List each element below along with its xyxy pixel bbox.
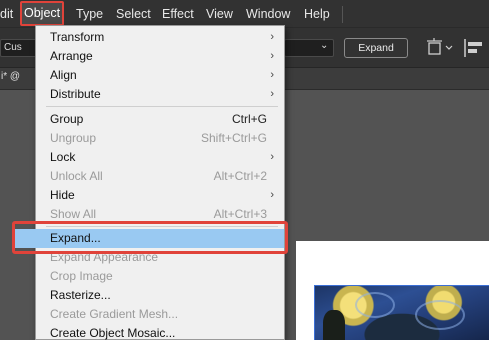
- expand-button[interactable]: Expand: [344, 38, 408, 58]
- menu-item-label: Lock: [50, 150, 76, 164]
- menu-item-shortcut: Alt+Ctrl+2: [213, 169, 267, 183]
- menu-item-label: Align: [50, 68, 77, 82]
- transform-icon[interactable]: [426, 37, 456, 62]
- menu-item-crop-image[interactable]: Crop Image: [36, 267, 284, 286]
- document-tab[interactable]: i* @: [1, 71, 20, 82]
- starry-night-image[interactable]: [314, 285, 489, 340]
- align-left-icon[interactable]: [462, 37, 486, 62]
- menu-item-label: Rasterize...: [50, 288, 111, 302]
- menu-help[interactable]: Help: [304, 0, 330, 28]
- submenu-arrow-icon: ›: [270, 50, 274, 62]
- menu-item-unlock-all[interactable]: Unlock All Alt+Ctrl+2: [36, 167, 284, 186]
- menubar-divider: [342, 6, 343, 23]
- menu-item-label: Ungroup: [50, 131, 97, 145]
- menu-item-label: Transform: [50, 30, 105, 44]
- submenu-arrow-icon: ›: [270, 31, 274, 43]
- menu-edit[interactable]: dit: [0, 0, 13, 28]
- menu-item-rasterize[interactable]: Rasterize...: [36, 286, 284, 305]
- menu-item-label: Distribute: [50, 87, 101, 101]
- menu-item-label: Create Object Mosaic...: [50, 326, 176, 340]
- menu-item-create-object-mosaic[interactable]: Create Object Mosaic...: [36, 324, 284, 340]
- menu-item-label: Unlock All: [50, 169, 103, 183]
- object-menu: Transform › Arrange › Align › Distribute…: [14, 25, 285, 340]
- menu-bar: dit Object Type Select Effect View Windo…: [0, 0, 489, 28]
- submenu-arrow-icon: ›: [270, 88, 274, 100]
- swirl-shape: [355, 292, 395, 318]
- menu-separator: [46, 106, 278, 107]
- menu-item-arrange[interactable]: Arrange ›: [36, 47, 284, 66]
- menu-select[interactable]: Select: [116, 0, 151, 28]
- menu-item-create-gradient-mesh[interactable]: Create Gradient Mesh...: [36, 305, 284, 324]
- submenu-arrow-icon: ›: [270, 189, 274, 201]
- menu-effect[interactable]: Effect: [162, 0, 194, 28]
- chevron-down-icon: ⌄: [320, 40, 329, 51]
- menu-item-distribute[interactable]: Distribute ›: [36, 85, 284, 104]
- submenu-arrow-icon: ›: [270, 69, 274, 81]
- menu-item-label: Arrange: [50, 49, 93, 63]
- menu-window[interactable]: Window: [246, 0, 290, 28]
- menu-item-shortcut: Shift+Ctrl+G: [200, 131, 267, 145]
- swirl-shape: [415, 300, 465, 330]
- cypress-shape: [323, 310, 345, 340]
- menu-item-label: Crop Image: [50, 269, 113, 283]
- menu-item-label: Create Gradient Mesh...: [50, 307, 179, 321]
- menu-item-lock[interactable]: Lock ›: [36, 148, 284, 167]
- menu-item-align[interactable]: Align ›: [36, 66, 284, 85]
- submenu-arrow-icon: ›: [270, 151, 274, 163]
- menu-item-transform[interactable]: Transform ›: [36, 28, 284, 47]
- menu-item-label: Group: [50, 112, 84, 126]
- menu-view[interactable]: View: [206, 0, 233, 28]
- menu-object[interactable]: Object: [20, 1, 65, 26]
- menu-item-shortcut: Ctrl+G: [231, 112, 267, 126]
- menu-item-hide[interactable]: Hide ›: [36, 186, 284, 205]
- highlight-callout: [12, 221, 288, 254]
- menu-item-ungroup[interactable]: Ungroup Shift+Ctrl+G: [36, 129, 284, 148]
- menu-item-group[interactable]: Group Ctrl+G: [36, 110, 284, 129]
- menu-type[interactable]: Type: [76, 0, 103, 28]
- menu-item-label: Hide: [50, 188, 75, 202]
